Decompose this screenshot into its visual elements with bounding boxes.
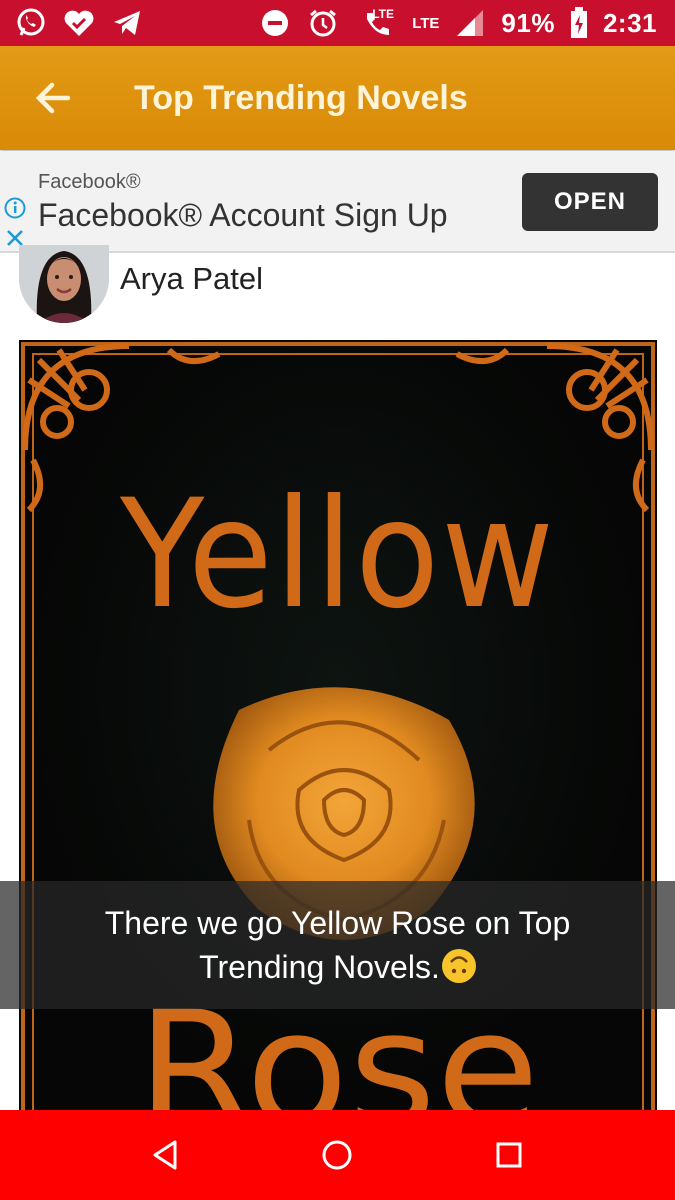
clock: 2:31 [602, 7, 657, 38]
status-left-icons [14, 6, 144, 40]
nav-recents-button[interactable] [479, 1125, 539, 1185]
caption-text: There we go Yellow Rose on Top Trending … [104, 905, 571, 985]
nav-back-button[interactable] [136, 1125, 196, 1185]
status-right-icons: LTE LTE 91% 2:31 [258, 6, 657, 40]
telegram-icon [110, 6, 144, 40]
do-not-disturb-icon [258, 6, 292, 40]
system-nav-bar [0, 1110, 675, 1200]
app-bar: Top Trending Novels [0, 46, 675, 150]
whatsapp-icon [14, 6, 48, 40]
ad-info-icon[interactable] [4, 197, 26, 219]
upside-down-face-emoji-icon [441, 949, 476, 983]
cover-title-top: Yellow [120, 468, 556, 642]
recents-square-icon [496, 1142, 522, 1168]
nav-home-button[interactable] [307, 1125, 367, 1185]
back-button[interactable] [22, 68, 82, 128]
home-circle-icon [322, 1140, 352, 1170]
alarm-icon [306, 6, 340, 40]
volte-call-icon: LTE [354, 6, 398, 40]
battery-charging-icon [569, 6, 589, 40]
avatar[interactable] [19, 245, 109, 323]
ad-banner[interactable]: Facebook® Facebook® Account Sign Up OPEN [0, 151, 675, 253]
ad-advertiser: Facebook® [38, 171, 141, 193]
caption: There we go Yellow Rose on Top Trending … [78, 901, 598, 989]
ad-headline[interactable]: Facebook® Account Sign Up [38, 197, 448, 234]
heart-check-icon [62, 6, 96, 40]
page-title: Top Trending Novels [134, 78, 468, 117]
arrow-left-icon [35, 82, 71, 114]
caption-overlay: There we go Yellow Rose on Top Trending … [0, 881, 675, 1009]
back-triangle-icon [153, 1140, 177, 1170]
battery-percent: 91% [501, 7, 555, 38]
ad-open-button[interactable]: OPEN [522, 173, 658, 231]
signal-icon [453, 6, 487, 40]
status-bar: LTE LTE 91% 2:31 [0, 0, 675, 46]
author-name[interactable]: Arya Patel [120, 261, 263, 297]
network-type-label: LTE [412, 14, 440, 32]
volte-label: LTE [372, 7, 394, 21]
post-author-row[interactable]: Arya Patel [0, 245, 675, 333]
